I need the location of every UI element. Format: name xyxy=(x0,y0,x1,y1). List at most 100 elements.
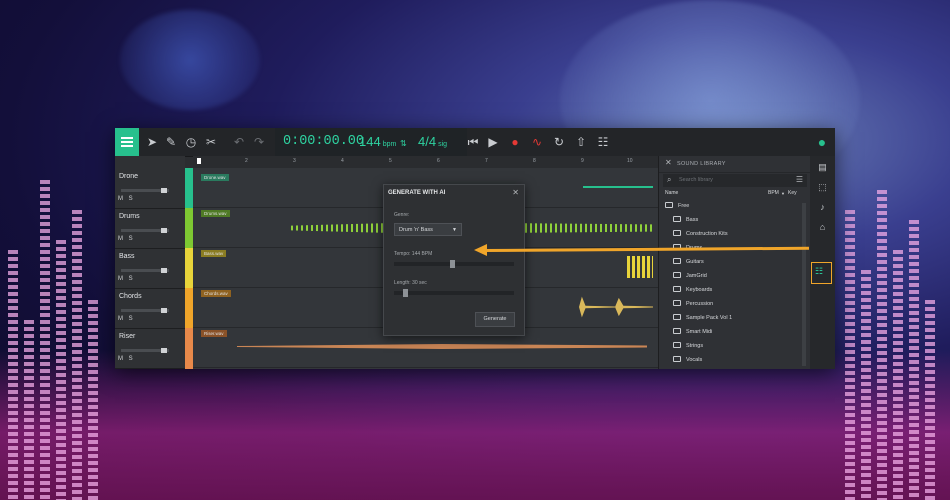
generate-ai-button[interactable]: ☷ xyxy=(811,262,832,284)
ruler-tick: 4 xyxy=(341,158,344,164)
clip-label: Bass.wav xyxy=(201,250,227,257)
library-folder[interactable]: Smart Midi xyxy=(673,326,712,338)
signature-value: 4/4 xyxy=(418,134,437,149)
pencil-tool-icon[interactable]: ✎ xyxy=(163,134,179,150)
time-display: 0:00:00.00 xyxy=(283,134,365,149)
user-account-icon[interactable]: ● xyxy=(814,134,830,150)
tempo-slider[interactable] xyxy=(394,260,514,268)
track-header[interactable]: Drums M S xyxy=(115,208,185,249)
track-headers: Drone M S Drums M S Bass M S Chords M S … xyxy=(115,156,185,369)
export-icon[interactable]: ⇧ xyxy=(573,134,589,150)
library-folder[interactable]: JamGrid xyxy=(673,270,707,282)
track-header[interactable]: Bass M S xyxy=(115,248,185,289)
bpm-unit: bpm xyxy=(382,141,397,148)
undo-icon[interactable]: ↶ xyxy=(231,134,247,150)
mute-solo-controls[interactable]: M S xyxy=(118,276,135,282)
library-folder[interactable]: Percussion xyxy=(673,298,713,310)
filter-icon[interactable]: ☰ xyxy=(796,175,803,184)
playhead-marker[interactable] xyxy=(197,158,201,164)
bg-pink-gradient xyxy=(0,350,950,500)
close-icon[interactable]: ✕ xyxy=(665,158,672,167)
genre-value: Drum 'n' Bass xyxy=(399,227,433,233)
col-key[interactable]: Key xyxy=(788,190,797,196)
ruler-tick: 2 xyxy=(245,158,248,164)
volume-fader[interactable] xyxy=(121,188,169,193)
drums-waveform xyxy=(525,223,653,233)
library-folder[interactable]: Bass xyxy=(673,214,698,226)
menu-button[interactable] xyxy=(115,128,139,156)
generate-button[interactable]: Generate xyxy=(475,312,515,327)
record-icon[interactable]: ● xyxy=(507,134,523,150)
bpm-display[interactable]: 144 bpm ⇅ xyxy=(359,134,407,149)
loop-icon[interactable]: ↻ xyxy=(551,134,567,150)
bg-equalizer-bar xyxy=(877,190,887,500)
signature-unit: sig xyxy=(438,141,448,148)
volume-fader[interactable] xyxy=(121,228,169,233)
search-icon: ⌕ xyxy=(667,175,672,184)
annotation-arrow-head xyxy=(474,244,487,256)
library-folder[interactable]: Guitars xyxy=(673,256,704,268)
track-name[interactable]: Bass xyxy=(119,253,135,260)
track-header[interactable]: Drone M S xyxy=(115,168,185,209)
play-icon[interactable]: ▶ xyxy=(485,134,501,150)
bg-equalizer-bar xyxy=(893,250,903,500)
library-scrollbar[interactable] xyxy=(802,203,806,366)
mixer-icon[interactable]: ☷ xyxy=(595,134,611,150)
arrangement-timeline[interactable]: 2 3 4 5 6 7 8 9 10 Drone.wav Drums.wav B… xyxy=(193,156,658,369)
ruler-tick: 8 xyxy=(533,158,536,164)
library-search-input[interactable]: ⌕ Search library ☰ xyxy=(663,174,807,187)
track-name[interactable]: Drone xyxy=(119,173,138,180)
metronome-icon[interactable]: ◷ xyxy=(183,134,199,150)
scissors-icon[interactable]: ✂ xyxy=(203,134,219,150)
mute-solo-controls[interactable]: M S xyxy=(118,356,135,362)
folder-icon xyxy=(665,201,673,208)
library-folder[interactable]: Construction Kits xyxy=(673,228,728,240)
track-header[interactable]: Riser M S xyxy=(115,328,185,369)
genre-label: Genre: xyxy=(394,212,410,218)
mute-solo-controls[interactable]: M S xyxy=(118,196,135,202)
close-icon[interactable]: ✕ xyxy=(512,188,519,197)
length-slider[interactable] xyxy=(394,289,514,297)
toolbar: ➤ ✎ ◷ ✂ ↶ ↷ 0:00:00.00 144 bpm ⇅ 4/4 sig ⏮… xyxy=(115,128,835,157)
signature-display[interactable]: 4/4 sig xyxy=(418,134,447,149)
riser-waveform xyxy=(237,344,647,349)
drums-waveform xyxy=(291,223,383,233)
folder-icon xyxy=(673,285,681,292)
library-folder[interactable]: Keyboards xyxy=(673,284,712,296)
grid-select-icon[interactable]: ⬚ xyxy=(816,181,829,194)
volume-fader[interactable] xyxy=(121,348,169,353)
mute-solo-controls[interactable]: M S xyxy=(118,316,135,322)
library-folder[interactable]: Vocals xyxy=(673,354,702,366)
library-folder-root[interactable]: Free xyxy=(665,200,689,212)
library-folder[interactable]: Strings xyxy=(673,340,703,352)
track-name[interactable]: Chords xyxy=(119,293,142,300)
length-slider-thumb[interactable] xyxy=(403,289,408,297)
folder-label: JamGrid xyxy=(686,273,707,279)
folder-icon xyxy=(673,355,681,362)
track-name[interactable]: Drums xyxy=(119,213,140,220)
mute-solo-controls[interactable]: M S xyxy=(118,236,135,242)
volume-fader[interactable] xyxy=(121,268,169,273)
bpm-stepper-icon[interactable]: ⇅ xyxy=(400,139,407,148)
col-name[interactable]: Name xyxy=(665,190,678,196)
automation-icon[interactable]: ∿ xyxy=(529,134,545,150)
folder-icon xyxy=(673,327,681,334)
library-folder[interactable]: Sample Pack Vol 1 xyxy=(673,312,732,324)
pointer-tool-icon[interactable]: ➤ xyxy=(144,134,160,150)
folder-icon xyxy=(673,341,681,348)
timeline-ruler[interactable]: 2 3 4 5 6 7 8 9 10 xyxy=(193,156,658,168)
track-color-strip xyxy=(185,328,193,369)
skip-back-icon[interactable]: ⏮ xyxy=(465,134,481,150)
folder-icon xyxy=(673,271,681,278)
redo-icon[interactable]: ↷ xyxy=(251,134,267,150)
instrument-icon[interactable]: ♪ xyxy=(816,201,829,214)
genre-select[interactable]: Drum 'n' Bass ▼ xyxy=(394,223,462,236)
volume-fader[interactable] xyxy=(121,308,169,313)
notes-icon[interactable]: ▤ xyxy=(816,161,829,174)
track-name[interactable]: Riser xyxy=(119,333,135,340)
tempo-slider-thumb[interactable] xyxy=(450,260,455,268)
col-bpm[interactable]: BPM xyxy=(768,190,779,196)
ruler-tick: 6 xyxy=(437,158,440,164)
track-header[interactable]: Chords M S xyxy=(115,288,185,329)
learn-icon[interactable]: ⌂ xyxy=(816,221,829,234)
